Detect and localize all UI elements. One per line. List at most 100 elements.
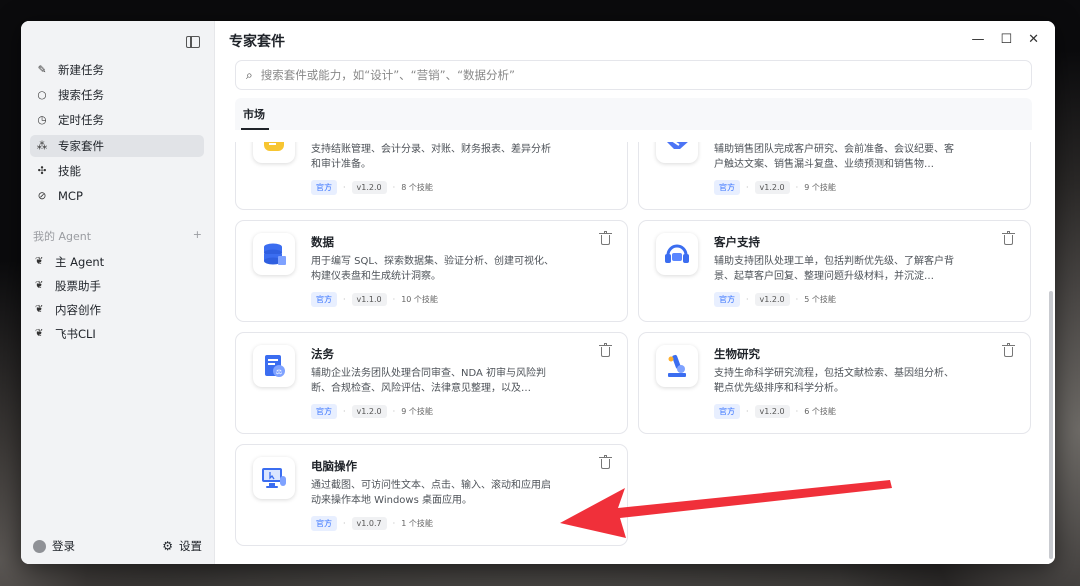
card-title: 法务 — [311, 347, 334, 361]
gear-icon: ⚙ — [162, 539, 173, 553]
login-button[interactable]: 登录 — [33, 538, 75, 554]
card-description: 辅助支持团队处理工单，包括判断优先级、了解客户背景、起草客户回复、整理问题升级材… — [714, 256, 954, 282]
agent-label: 股票助手 — [55, 278, 101, 293]
close-icon[interactable]: ✕ — [1028, 32, 1039, 47]
official-badge: 官方 — [714, 404, 740, 419]
trash-icon[interactable] — [599, 231, 612, 245]
add-agent-icon[interactable]: + — [193, 228, 202, 244]
agent-icon: ❦ — [35, 256, 44, 267]
card-meta: 官方 · v1.0.7 · 1 个技能 — [311, 516, 433, 531]
official-badge: 官方 — [311, 404, 337, 419]
version-badge: v1.0.7 — [351, 517, 387, 530]
sidebar-item-4[interactable]: ✣ 技能 — [30, 160, 204, 182]
legal-icon: ⚖ — [253, 345, 295, 387]
version-badge: v1.2.0 — [351, 181, 387, 194]
card-title: 生物研究 — [714, 347, 760, 361]
finance-icon — [253, 142, 295, 163]
official-badge: 官方 — [311, 180, 337, 195]
app-window: ✎ 新建任务 ○ 搜索任务 ◷ 定时任务 ⁂ 专家套件 ✣ 技能 ⊘ MCP 我的 Agent + ❦… — [21, 21, 1055, 564]
trash-icon[interactable] — [1002, 231, 1015, 245]
card-description: 辅助销售团队完成客户研究、会前准备、会议纪要、客户触达文案、销售漏斗复盘、业绩预… — [714, 144, 954, 170]
card-title: 电脑操作 — [311, 459, 357, 473]
agent-item[interactable]: ❦ 内容创作 — [30, 299, 204, 320]
sidebar-item-0[interactable]: ✎ 新建任务 — [30, 59, 204, 81]
sidebar: ✎ 新建任务 ○ 搜索任务 ◷ 定时任务 ⁂ 专家套件 ✣ 技能 ⊘ MCP 我的 Agent + ❦… — [21, 21, 215, 564]
sidebar-item-2[interactable]: ◷ 定时任务 — [30, 109, 204, 131]
agent-item[interactable]: ❦ 股票助手 — [30, 275, 204, 296]
minimize-icon[interactable]: — — [971, 32, 984, 47]
card-title: 数据 — [311, 235, 334, 249]
card-description: 支持生命科学研究流程，包括文献检索、基因组分析、靶点优先级排序和科学分析。 — [714, 368, 954, 394]
window-controls: — ☐ ✕ — [971, 32, 1039, 47]
sidebar-item-label: 技能 — [58, 163, 81, 178]
suite-card[interactable]: 支持结账管理、会计分录、对账、财务报表、差异分析和审计准备。 官方 · v1.2.0 ·… — [235, 142, 628, 210]
puzzle-icon: ✣ — [37, 164, 47, 177]
meta-separator: · — [392, 519, 396, 528]
search-icon: ⌕ — [246, 67, 253, 82]
search-placeholder: 搜索套件或能力，如“设计”、“营销”、“数据分析” — [260, 68, 515, 82]
sidebar-toggle-icon[interactable] — [186, 36, 200, 48]
suite-card[interactable]: 电脑操作 通过截图、可访问性文本、点击、输入、滚动和应用启动来操作本地 Windo… — [235, 444, 628, 546]
maximize-icon[interactable]: ☐ — [1000, 32, 1012, 47]
database-icon — [253, 233, 295, 275]
sidebar-footer: 登录 ⚙ 设置 — [33, 538, 202, 554]
search-input[interactable]: ⌕ 搜索套件或能力，如“设计”、“营销”、“数据分析” — [235, 60, 1032, 90]
agents-header: 我的 Agent + — [33, 228, 202, 244]
skill-count: 1 个技能 — [401, 519, 433, 528]
meta-separator: · — [746, 183, 749, 192]
card-meta: 官方 · v1.2.0 · 9 个技能 — [311, 404, 433, 419]
clock-icon: ◷ — [37, 114, 47, 127]
sidebar-item-5[interactable]: ⊘ MCP — [30, 185, 204, 207]
sidebar-item-3[interactable]: ⁂ 专家套件 — [30, 134, 204, 157]
agent-icon: ❦ — [35, 304, 44, 315]
meta-separator: · — [795, 183, 799, 192]
agent-list: ❦ 主 Agent ❦ 股票助手 ❦ 内容创作 ❦ 飞书CLI — [30, 251, 204, 347]
trash-icon[interactable] — [1002, 343, 1015, 357]
tab-bar: 市场 — [235, 98, 1032, 130]
sidebar-item-1[interactable]: ○ 搜索任务 — [30, 84, 204, 106]
handshake-icon — [656, 142, 698, 163]
agent-icon: ❦ — [35, 328, 44, 339]
agent-label: 内容创作 — [55, 302, 101, 317]
meta-separator: · — [343, 407, 346, 416]
skill-count: 8 个技能 — [401, 183, 433, 192]
card-meta: 官方 · v1.2.0 · 9 个技能 — [714, 180, 836, 195]
skill-count: 9 个技能 — [401, 407, 433, 416]
meta-separator: · — [746, 295, 749, 304]
suite-card[interactable]: ⚖ 法务 辅助企业法务团队处理合同审查、NDA 初审与风险判断、合规检查、风险评估、… — [235, 332, 628, 434]
suite-card[interactable]: 客户支持辅助支持团队处理工单，包括判断优先级、了解客户背景、起草客户回复、整理问… — [638, 220, 1031, 322]
meta-separator: · — [392, 407, 396, 416]
scrollbar[interactable] — [1049, 291, 1053, 559]
agent-label: 主 Agent — [55, 254, 105, 269]
agent-item[interactable]: ❦ 主 Agent — [30, 251, 204, 272]
skill-count: 9 个技能 — [804, 183, 836, 192]
login-label: 登录 — [52, 539, 75, 553]
card-meta: 官方 · v1.1.0 · 10 个技能 — [311, 292, 438, 307]
trash-icon[interactable] — [599, 455, 612, 469]
settings-button[interactable]: ⚙ 设置 — [162, 538, 202, 554]
main-panel: 专家套件 — ☐ ✕ ⌕ 搜索套件或能力，如“设计”、“营销”、“数据分析” 市… — [215, 21, 1055, 564]
agent-item[interactable]: ❦ 飞书CLI — [30, 323, 204, 344]
official-badge: 官方 — [714, 180, 740, 195]
version-badge: v1.2.0 — [754, 293, 790, 306]
official-badge: 官方 — [714, 292, 740, 307]
skill-count: 10 个技能 — [401, 295, 438, 304]
version-badge: v1.2.0 — [754, 405, 790, 418]
version-badge: v1.2.0 — [754, 181, 790, 194]
headset-icon — [656, 233, 698, 275]
version-badge: v1.2.0 — [351, 405, 387, 418]
agents-header-label: 我的 Agent — [33, 230, 92, 243]
svg-text:⚖: ⚖ — [276, 368, 282, 376]
suite-card[interactable]: 生物研究支持生命科学研究流程，包括文献检索、基因组分析、靶点优先级排序和科学分析… — [638, 332, 1031, 434]
sidebar-item-label: 定时任务 — [58, 113, 104, 128]
trash-icon[interactable] — [599, 343, 612, 357]
skill-count: 6 个技能 — [804, 407, 836, 416]
official-badge: 官方 — [311, 516, 337, 531]
card-description: 用于编写 SQL、探索数据集、验证分析、创建可视化、构建仪表盘和生成统计洞察。 — [311, 256, 554, 282]
page-title: 专家套件 — [229, 34, 285, 50]
tab-market[interactable]: 市场 — [243, 106, 265, 122]
card-title: 客户支持 — [714, 235, 760, 249]
suite-card[interactable]: 辅助销售团队完成客户研究、会前准备、会议纪要、客户触达文案、销售漏斗复盘、业绩预… — [638, 142, 1031, 210]
sidebar-item-label: 专家套件 — [58, 138, 104, 153]
suite-card[interactable]: 数据用于编写 SQL、探索数据集、验证分析、创建可视化、构建仪表盘和生成统计洞察… — [235, 220, 628, 322]
